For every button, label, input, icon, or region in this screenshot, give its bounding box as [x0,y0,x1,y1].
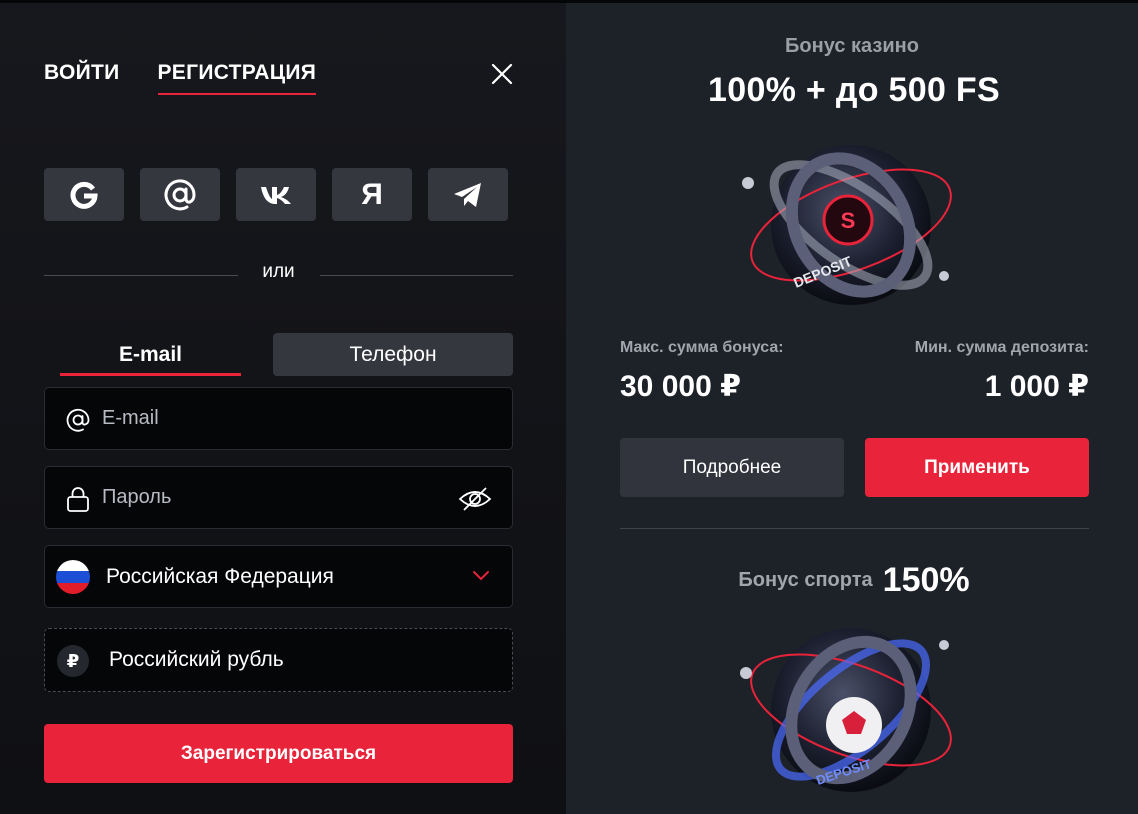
social-login-buttons: Я [44,168,508,221]
vk-icon [261,186,291,204]
currency-field: ₽ Российский рубль [44,628,513,692]
min-deposit-stat: Мин. сумма депозита: 1 000 ₽ [915,339,1089,404]
tab-login[interactable]: ВОЙТИ [44,61,120,95]
email-field [44,387,513,450]
max-bonus-value: 30 000 ₽ [620,370,741,403]
casino-bonus-title: 100% + до 500 FS [708,71,1000,109]
sport-bonus-value: 150% [882,561,970,599]
tab-email[interactable]: E-mail [60,333,241,376]
sport-bonus-heading: Бонус спорта 150% [566,561,1138,600]
mail-at-icon [164,178,196,210]
telegram-login-button[interactable] [428,168,508,221]
country-select[interactable]: Российская Федерация [44,545,513,608]
apply-bonus-button[interactable]: Применить [865,438,1089,497]
max-bonus-stat: Макс. сумма бонуса: 30 000 ₽ [620,339,784,404]
password-field [44,466,513,529]
divider-line-right [320,275,513,276]
google-icon [70,181,98,209]
orb-badge-text: S [841,208,856,233]
telegram-icon [454,182,481,207]
at-icon [66,408,90,432]
or-text: или [262,261,295,282]
close-icon[interactable] [490,62,514,86]
more-details-button[interactable]: Подробнее [620,438,844,497]
bonus-panel: Бонус казино 100% + до 500 FS S DEPOSIT … [566,3,1138,814]
eye-off-icon[interactable] [458,486,492,512]
or-divider: или [44,261,513,285]
email-login-button[interactable] [140,168,220,221]
bonus-divider [620,528,1089,529]
google-login-button[interactable] [44,168,124,221]
max-bonus-label: Макс. сумма бонуса: [620,339,784,356]
casino-bonus-subtitle: Бонус казино [785,35,919,57]
vk-login-button[interactable] [236,168,316,221]
currency-value: Российский рубль [109,648,284,671]
method-tabs: E-mail Телефон [44,333,513,376]
sport-bonus-label: Бонус спорта [738,569,873,591]
yandex-login-button[interactable]: Я [332,168,412,221]
tab-register[interactable]: РЕГИСТРАЦИЯ [157,61,317,95]
min-deposit-value: 1 000 ₽ [984,370,1089,403]
email-input[interactable] [102,388,482,449]
password-input[interactable] [102,467,482,528]
yandex-icon: Я [361,177,383,211]
auth-tabs: ВОЙТИ РЕГИСТРАЦИЯ [44,61,316,95]
sport-bonus-orb-image: DEPOSIT [740,628,952,792]
tab-phone[interactable]: Телефон [273,333,513,376]
lock-icon [67,487,89,512]
ruble-icon: ₽ [57,645,89,677]
chevron-down-icon [473,571,489,581]
casino-bonus-orb-image: S DEPOSIT [742,145,952,305]
russia-flag-icon [56,560,90,594]
auth-panel: ВОЙТИ РЕГИСТРАЦИЯ Я или E-mail Телефон E… [0,3,566,814]
country-value: Российская Федерация [106,565,334,588]
register-button[interactable]: Зарегистрироваться [44,724,513,783]
min-deposit-label: Мин. сумма депозита: [914,339,1089,356]
